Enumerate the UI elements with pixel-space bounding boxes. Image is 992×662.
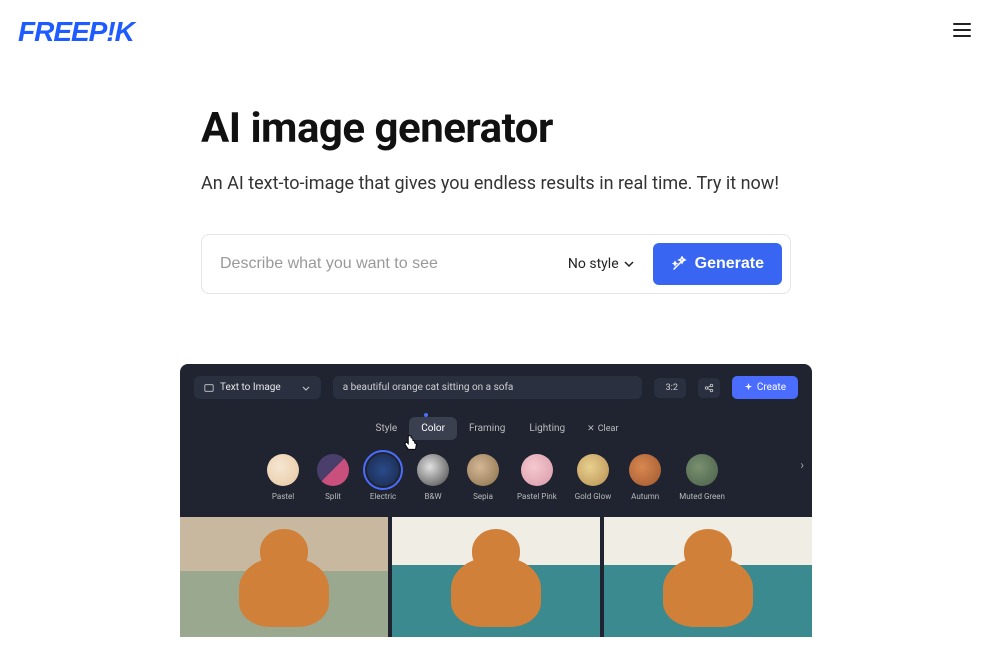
style-option-pastel-pink[interactable]: Pastel Pink (517, 454, 557, 501)
create-button-label: Create (757, 382, 786, 393)
result-image[interactable] (392, 517, 600, 637)
create-button[interactable]: Create (732, 376, 798, 399)
style-option-pastel[interactable]: Pastel (267, 454, 299, 501)
swatch-icon (367, 454, 399, 486)
style-option-muted-green[interactable]: Muted Green (679, 454, 725, 501)
chevron-down-icon (623, 258, 635, 270)
menu-icon[interactable] (950, 18, 974, 46)
style-label: Pastel Pink (517, 492, 557, 501)
ratio-label: 3:2 (666, 383, 678, 393)
result-image[interactable] (180, 517, 388, 637)
style-label: B&W (425, 492, 442, 501)
style-dropdown-label: No style (568, 256, 619, 272)
swatch-icon (629, 454, 661, 486)
editor-toolbar: Text to Image a beautiful orange cat sit… (180, 364, 812, 411)
clear-button[interactable]: ✕ Clear (577, 417, 628, 440)
filter-tabs: Style Color Framing Lighting ✕ Clear (180, 411, 812, 440)
tab-color[interactable]: Color (409, 417, 457, 440)
style-option-electric[interactable]: Electric (367, 454, 399, 501)
active-indicator-dot (424, 413, 428, 417)
aspect-ratio-button[interactable]: 3:2 (654, 378, 686, 398)
style-dropdown[interactable]: No style (562, 256, 641, 272)
tab-lighting[interactable]: Lighting (517, 417, 577, 440)
style-label: Muted Green (679, 492, 725, 501)
close-icon: ✕ (587, 424, 595, 434)
style-label: Pastel (272, 492, 294, 501)
sparkle-icon (744, 383, 753, 392)
mode-dropdown[interactable]: Text to Image (194, 376, 321, 399)
prompt-box: No style Generate (201, 234, 791, 294)
generate-button-label: Generate (695, 255, 764, 273)
clear-label: Clear (598, 424, 619, 434)
header: FREEP!K (0, 0, 992, 64)
style-option-autumn[interactable]: Autumn (629, 454, 661, 501)
swatch-icon (317, 454, 349, 486)
style-label: Autumn (631, 492, 659, 501)
mode-label: Text to Image (220, 382, 281, 393)
carousel-next-button[interactable]: › (800, 458, 804, 472)
magic-wand-icon (671, 256, 687, 272)
image-icon (204, 383, 214, 393)
color-style-carousel: Pastel Split Electric B&W Sepia Pastel P… (180, 440, 812, 517)
tab-style[interactable]: Style (364, 417, 410, 440)
main-content: AI image generator An AI text-to-image t… (191, 104, 801, 294)
style-label: Split (325, 492, 341, 501)
generate-button[interactable]: Generate (653, 243, 782, 285)
swatch-icon (417, 454, 449, 486)
chevron-right-icon: › (800, 458, 804, 472)
chevron-down-icon (301, 383, 311, 393)
editor-preview: Text to Image a beautiful orange cat sit… (180, 364, 812, 637)
share-button[interactable] (698, 378, 720, 398)
swatch-icon (521, 454, 553, 486)
result-grid (180, 517, 812, 637)
style-label: Gold Glow (575, 492, 611, 501)
style-option-gold-glow[interactable]: Gold Glow (575, 454, 611, 501)
swatch-icon (577, 454, 609, 486)
swatch-icon (467, 454, 499, 486)
style-label: Sepia (473, 492, 493, 501)
swatch-icon (267, 454, 299, 486)
prompt-input[interactable] (220, 255, 550, 273)
page-subtitle: An AI text-to-image that gives you endle… (201, 173, 791, 194)
tab-framing[interactable]: Framing (457, 417, 517, 440)
result-image[interactable] (604, 517, 812, 637)
style-label: Electric (370, 492, 396, 501)
style-option-sepia[interactable]: Sepia (467, 454, 499, 501)
editor-prompt-input[interactable]: a beautiful orange cat sitting on a sofa (333, 376, 642, 399)
share-icon (704, 383, 714, 393)
logo[interactable]: FREEP!K (18, 16, 134, 48)
style-option-bw[interactable]: B&W (417, 454, 449, 501)
style-option-split[interactable]: Split (317, 454, 349, 501)
page-title: AI image generator (201, 104, 791, 153)
swatch-icon (686, 454, 718, 486)
